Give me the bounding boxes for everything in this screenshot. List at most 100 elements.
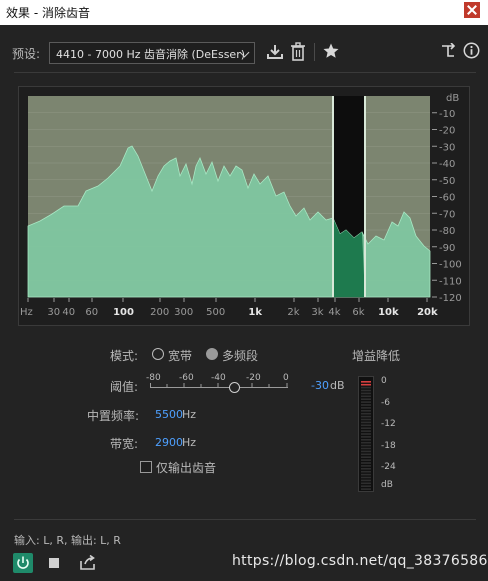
close-icon[interactable] [464,2,480,18]
meter-segment [361,395,371,398]
meter-segment [361,421,371,424]
meter-segments [361,381,371,490]
download-preset-icon[interactable] [266,43,284,61]
meter-scale-label: -6 [381,398,390,408]
meter-segment [361,465,371,467]
freq-tick-label: 30 [47,307,60,318]
power-icon [17,556,29,569]
meter-segment [361,444,371,447]
watermark-text: https://blog.csdn.net/qq_38376586 [232,553,488,569]
title-bar: 效果 - 消除齿音 [0,0,488,25]
meter-segment [361,450,371,453]
db-tick-label: -90 [439,243,455,254]
meter-segment [361,407,371,409]
meter-segment [361,383,371,386]
threshold-ticks [150,383,288,387]
meter-segment [361,410,371,412]
db-tick-label: -70 [439,209,455,220]
db-tick-label: -20 [439,126,455,137]
spectrum-graph-svg: dB -10 -20 -30 -40 -50 -60 -70 -80 -90 -100 -110 -12… [20,93,462,318]
meter-scale-label: -12 [381,419,396,429]
gain-reduction-meter [358,376,374,492]
threshold-scale-label: 0 [283,373,289,383]
meter-segment [361,479,371,482]
meter-segment [361,441,371,444]
meter-segment [361,401,371,403]
db-tick-label: -50 [439,176,455,187]
trash-icon[interactable] [290,42,306,62]
meter-segment [361,468,371,470]
db-tick-label: -80 [439,226,455,237]
freq-tick-label: 1k [248,307,262,318]
meter-segment [361,398,371,400]
freq-tick-label: 20k [417,307,438,318]
meter-segment [361,433,371,435]
db-tick-label: -60 [439,193,455,204]
mode-label: 模式: [110,349,139,363]
meter-segment [361,453,371,456]
threshold-scale-label: -60 [179,373,194,383]
preset-dropdown[interactable]: 4410 - 7000 Hz 齿音消除 (DeEsser) [49,42,255,64]
stop-button[interactable] [49,558,59,568]
center-freq-value[interactable]: 5500 [155,408,183,421]
gain-reduction-title: 增益降低 [352,349,401,363]
meter-segment [361,389,371,392]
meter-segment [361,427,371,429]
threshold-value[interactable]: -30 [311,379,329,392]
meter-segment [361,473,371,476]
freq-tick-label: 40 [62,307,75,318]
star-icon[interactable] [322,42,340,60]
meter-segment [361,456,371,458]
threshold-slider-knob[interactable] [229,382,240,393]
freq-tick-label: 100 [113,307,134,318]
freq-tick-label: 60 [85,307,98,318]
meter-segment [361,488,371,490]
threshold-scale-label: -80 [146,373,161,383]
apply-export-icon[interactable] [79,555,97,571]
power-toggle-button[interactable] [13,553,33,573]
footer-divider [14,519,476,520]
freq-tick-label: 200 [150,307,169,318]
meter-segment [361,386,371,389]
meter-segment [361,412,371,415]
io-channels-text: 输入: L, R, 输出: L, R [14,534,121,547]
db-tick-label: -30 [439,142,455,153]
center-freq-label: 中置频率: [87,409,140,423]
meter-segment [361,462,371,464]
header-divider [14,72,476,73]
freq-tick-label: 3k [311,307,323,318]
bandwidth-label: 带宽: [110,437,139,451]
meter-segment [361,459,371,461]
db-tick-label: -120 [439,293,462,304]
meter-segment [361,381,371,383]
freq-tick-label: 2k [287,307,299,318]
meter-scale-label: -18 [381,441,396,451]
meter-segment [361,485,371,487]
db-tick-label: -100 [439,260,462,271]
threshold-scale-label: -40 [211,373,226,383]
mode-broadband-label[interactable]: 宽带 [168,347,192,364]
window-title: 效果 - 消除齿音 [6,6,90,20]
meter-segment [361,418,371,421]
spectrum-graph[interactable]: dB -10 -20 -30 -40 -50 -60 -70 -80 -90 -100 -110 -12… [18,86,470,326]
preset-row: 预设: 4410 - 7000 Hz 齿音消除 (DeEsser) [0,33,488,73]
bandwidth-unit: Hz [182,436,197,449]
threshold-unit: dB [330,379,345,392]
output-sibilance-only-label[interactable]: 仅输出齿音 [156,459,216,476]
meter-segment [361,482,371,485]
meter-scale-label: -24 [381,462,396,472]
bandwidth-value[interactable]: 2900 [155,436,183,449]
meter-scale-label: dB [381,480,393,490]
meter-segment [361,415,371,418]
meter-segment [361,470,371,473]
freq-tick-label: 10k [378,307,399,318]
output-sibilance-only-checkbox[interactable] [140,461,152,473]
meter-segment [361,436,371,438]
routing-icon[interactable] [440,43,456,59]
meter-segment [361,404,371,406]
mode-broadband-radio[interactable] [152,348,164,360]
mode-multiband-radio[interactable] [206,348,218,360]
threshold-label: 阈值: [110,380,139,394]
mode-multiband-label[interactable]: 多频段 [222,347,258,364]
info-icon[interactable] [463,42,480,59]
